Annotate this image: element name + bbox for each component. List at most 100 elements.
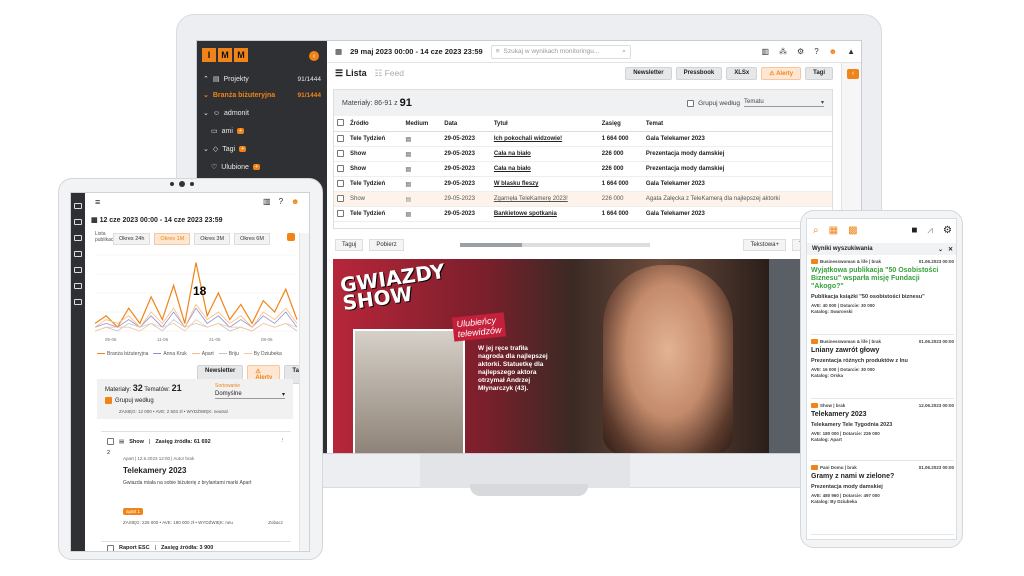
tag-icon[interactable] <box>74 251 82 257</box>
column-header[interactable]: Data <box>441 116 491 132</box>
help-icon[interactable]: ? <box>814 47 818 56</box>
result-card[interactable]: Businesswoman & life | brak 01.06.2023 00… <box>811 339 954 399</box>
more-icon[interactable]: ⋮ <box>280 438 286 444</box>
expand-panel-icon[interactable]: ‹ <box>847 69 859 79</box>
card-title[interactable]: Telekamery 2023 <box>811 411 954 419</box>
date-range[interactable]: ▦ 12 cze 2023 00:00 - 14 cze 2023 23:59 <box>91 216 223 224</box>
folder-icon[interactable]: ■ <box>911 225 917 236</box>
row-checkbox[interactable] <box>334 191 347 207</box>
pressbook-button[interactable]: Pressbook <box>675 66 723 80</box>
folder-icon[interactable] <box>74 203 82 209</box>
material-card[interactable]: ▤ Show | Zasięg źródła: 61 692 ⋮ 2 Apart… <box>101 431 291 531</box>
select-all-checkbox[interactable] <box>334 116 347 132</box>
column-header[interactable]: Tytuł <box>490 116 599 132</box>
menu-icon[interactable]: ≡ <box>95 197 100 207</box>
orange-toggle[interactable] <box>287 233 295 241</box>
card-title[interactable]: Telekamery 2023 <box>123 466 186 475</box>
period-tab[interactable]: Okres 3M <box>194 233 231 245</box>
row-title-link[interactable]: Bankietowe spotkania <box>490 206 599 222</box>
table-row[interactable]: Show ▤ 29-05-2023 Cała na biało 226 000 Preze… <box>334 146 832 162</box>
period-tab[interactable]: Okres 6M <box>234 233 270 245</box>
row-title-link[interactable]: Zgarnęła TeleKamerę 2023! <box>490 191 599 207</box>
zobacz-link[interactable]: Zobacz <box>268 520 283 525</box>
sidebar-item-ami[interactable]: ▭ ami + <box>211 127 321 135</box>
close-icon[interactable]: ✕ <box>948 246 953 253</box>
settings-icon[interactable]: ⚙ <box>797 47 804 56</box>
calendar-icon[interactable]: ▦ <box>829 225 838 236</box>
monitor-icon[interactable] <box>74 235 82 241</box>
imm-logo[interactable]: I M M <box>202 48 248 62</box>
search-icon[interactable]: ⌕ <box>813 225 819 236</box>
column-header[interactable]: Medium <box>402 116 442 132</box>
tab-feed[interactable]: ☷ Feed <box>375 68 404 79</box>
row-checkbox[interactable] <box>334 146 347 162</box>
group-checkbox[interactable]: Grupuj według <box>105 397 154 404</box>
column-header[interactable]: Źródło <box>347 116 403 132</box>
result-card[interactable]: Businesswoman & life | brak 01.06.2023 00… <box>811 259 954 335</box>
period-tab[interactable]: Okres 1M <box>154 233 191 245</box>
user-icon[interactable]: ☻ <box>829 47 837 56</box>
add-badge[interactable]: + <box>239 146 247 152</box>
table-row[interactable]: Tele Tydzień ▤ 29-05-2023 Bankietowe spotka… <box>334 206 832 222</box>
row-title-link[interactable]: Cała na biało <box>490 146 599 162</box>
card-title[interactable]: Gramy z nami w zielone? <box>811 473 954 481</box>
series-line[interactable] <box>94 319 298 332</box>
alerty-button[interactable]: ⚠ Alerty <box>761 66 802 80</box>
sidebar-item-admonit[interactable]: ⌄ ☺ admonit <box>203 109 321 118</box>
card-title[interactable]: Lniany zawrót głowy <box>811 347 954 355</box>
preview-progress[interactable] <box>459 243 650 247</box>
group-checkbox[interactable] <box>687 99 695 107</box>
sidebar-item-ulubione[interactable]: ♡ Ulubione + <box>211 163 321 171</box>
add-badge[interactable]: + <box>252 164 261 170</box>
row-title-link[interactable]: W blasku fleszy <box>490 176 599 192</box>
settings-icon[interactable]: ⚙ <box>943 225 952 236</box>
table-row[interactable]: Show ▤ 29-05-2023 Cała na biało 226 000 Preze… <box>334 161 832 177</box>
row-checkbox[interactable] <box>334 131 347 147</box>
column-header[interactable]: Temat <box>642 116 832 132</box>
user-icon[interactable]: ☻ <box>291 197 299 206</box>
row-checkbox[interactable] <box>334 206 347 222</box>
settings-icon[interactable] <box>74 299 82 305</box>
layout-icon[interactable]: ▥ <box>761 47 769 56</box>
period-tab[interactable]: Okres 24h <box>113 233 151 245</box>
taguj-button[interactable]: Taguj <box>335 239 364 251</box>
calendar-icon[interactable]: ▦ <box>335 47 342 56</box>
table-row[interactable]: Tele Tydzień ▤ 29-05-2023 Ich pokochali wid… <box>334 131 832 147</box>
result-card[interactable]: Show | brak 12.06.2023 00:00 Telekamery 20… <box>811 403 954 461</box>
chevron-down-icon[interactable]: ⌄ <box>938 246 943 253</box>
sidebar-item-projekty[interactable]: ⌃ ▤ Projekty 91/1444 <box>203 75 321 84</box>
xlsx-button[interactable]: XLSx <box>726 66 758 80</box>
collapse-sidebar-icon[interactable]: ‹ <box>309 51 319 61</box>
sort-select[interactable]: Domyślne ▾ <box>215 391 285 399</box>
help-icon[interactable]: ? <box>279 197 283 206</box>
layout-icon[interactable]: ▥ <box>263 197 271 206</box>
users-icon[interactable] <box>74 219 82 225</box>
pobierz-button[interactable]: Pobierz <box>369 239 404 251</box>
sidebar-item-tagi[interactable]: ⌄ ◇ Tagi + <box>203 145 321 153</box>
tekstowa-plus-button[interactable]: Tekstowa+ <box>743 239 786 251</box>
add-badge[interactable]: + <box>236 128 245 134</box>
newsletter-button[interactable]: Newsletter <box>625 66 672 80</box>
sidebar-item-branza[interactable]: ⌄ Branża biżuteryjna 91/1444 <box>203 91 321 100</box>
row-checkbox[interactable] <box>334 176 347 192</box>
card-title[interactable]: Wyjątkowa publikacja "50 Osobistości Biz… <box>811 267 954 291</box>
network-icon[interactable]: ⁂ <box>779 47 787 56</box>
card-tag[interactable]: apart 1 <box>123 508 144 515</box>
search-input[interactable]: ≡ Szukaj w wynikach monitoringu... ⌕ <box>490 44 631 59</box>
row-title-link[interactable]: Ich pokochali widzowie! <box>490 131 599 147</box>
material-card[interactable]: Raport ESC | Zasięg źródła: 3 900 <box>101 541 291 551</box>
grid-icon[interactable]: ▩ <box>848 225 857 236</box>
heart-icon[interactable] <box>74 267 82 273</box>
date-range[interactable]: 29 maj 2023 00:00 - 14 cze 2023 23:59 <box>350 47 483 56</box>
chart-icon[interactable]: ⩘ <box>927 225 933 236</box>
table-row[interactable]: Tele Tydzień ▤ 29-05-2023 W blasku fleszy 1 … <box>334 176 832 192</box>
column-header[interactable]: Zasięg <box>598 116 643 132</box>
trash-icon[interactable] <box>74 283 82 289</box>
row-title-link[interactable]: Cała na biało <box>490 161 599 177</box>
group-select[interactable]: Tematu ▾ <box>744 99 824 107</box>
result-card[interactable]: Pani Domu | brak 01.06.2023 00:00 Gramy z … <box>811 465 954 535</box>
row-checkbox[interactable] <box>334 161 347 177</box>
tab-lista[interactable]: ☰ Lista <box>335 68 367 79</box>
bell-icon[interactable]: ▲ <box>847 47 855 56</box>
tagi-button[interactable]: Tagi <box>805 66 833 80</box>
